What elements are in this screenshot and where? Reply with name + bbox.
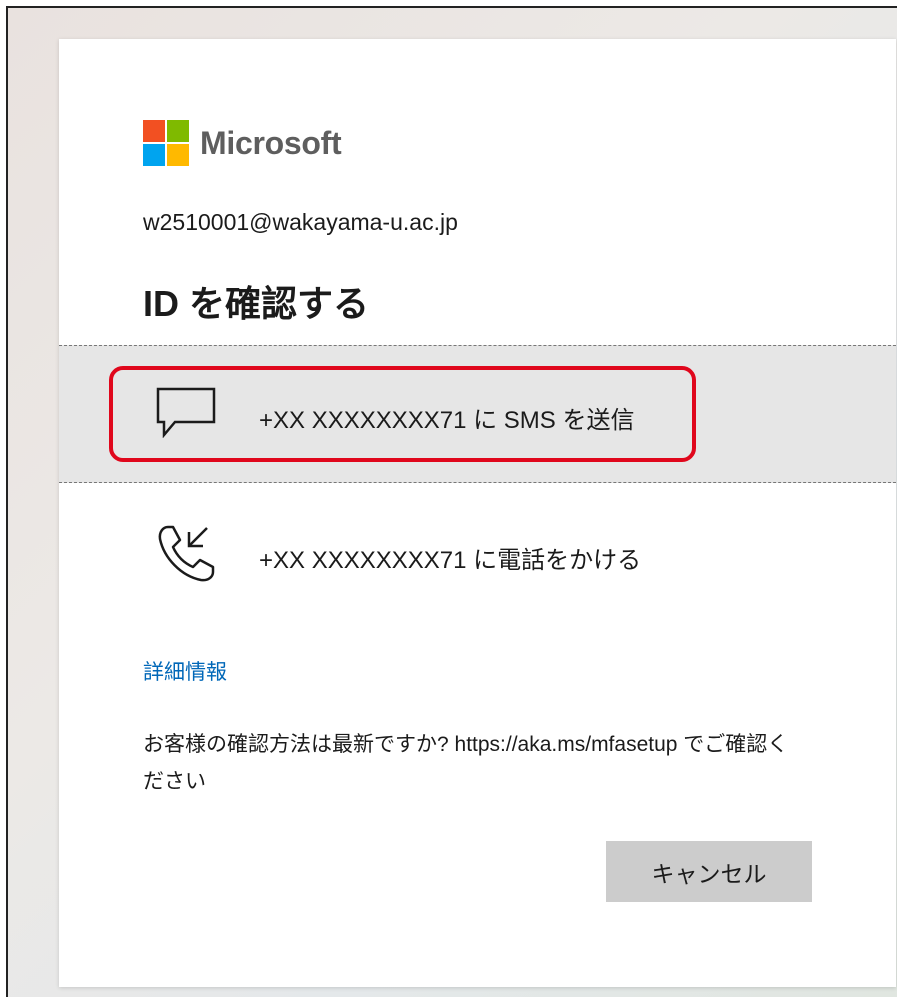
more-info-link[interactable]: 詳細情報 <box>143 656 227 686</box>
option-phone-call[interactable]: +XX XXXXXXXX71 に電話をかける <box>59 483 896 621</box>
window-frame: Microsoft w2510001@wakayama-u.ac.jp ID を… <box>6 6 897 997</box>
cancel-button[interactable]: キャンセル <box>606 841 812 902</box>
option-label-sms: +XX XXXXXXXX71 に SMS を送信 <box>259 407 635 434</box>
option-send-sms[interactable]: +XX XXXXXXXX71 に SMS を送信 <box>59 345 896 483</box>
microsoft-logo: Microsoft <box>143 120 342 166</box>
account-email: w2510001@wakayama-u.ac.jp <box>143 209 458 235</box>
sign-in-card: Microsoft w2510001@wakayama-u.ac.jp ID を… <box>59 39 896 987</box>
option-label-call: +XX XXXXXXXX71 に電話をかける <box>259 547 642 574</box>
phone-call-icon <box>155 523 217 590</box>
brand-name: Microsoft <box>200 124 342 161</box>
microsoft-logo-icon <box>143 120 189 166</box>
mfa-setup-info: お客様の確認方法は最新ですか? https://aka.ms/mfasetup … <box>143 733 789 793</box>
page-title: ID を確認する <box>143 283 370 324</box>
chat-bubble-icon <box>155 386 217 443</box>
